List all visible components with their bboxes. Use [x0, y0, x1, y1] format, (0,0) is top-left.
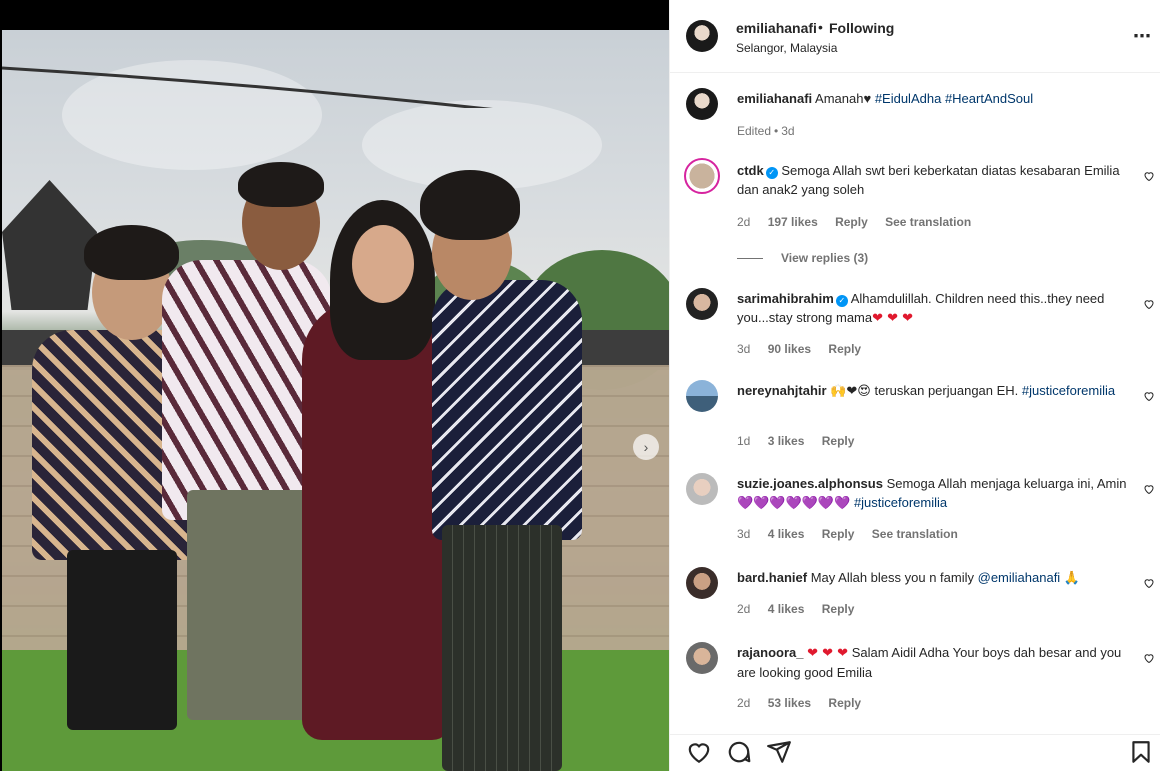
- commenter-avatar[interactable]: [686, 567, 718, 599]
- comment-time: 3d: [737, 342, 751, 356]
- comment-time: 2d: [737, 602, 751, 616]
- commenter-avatar[interactable]: [686, 380, 718, 412]
- comment-username[interactable]: nereynahjtahir: [737, 383, 827, 398]
- separator-dot: •: [818, 19, 823, 35]
- post-photo: [2, 30, 669, 771]
- more-options-icon[interactable]: ⋯: [1133, 26, 1152, 47]
- author-username[interactable]: emiliahanafi: [736, 20, 817, 36]
- author-avatar[interactable]: [686, 88, 718, 120]
- post-location[interactable]: Selangor, Malaysia: [736, 41, 837, 55]
- comment-username[interactable]: suzie.joanes.alphonsus: [737, 476, 883, 491]
- comment-text: Semoga Allah swt beri keberkatan diatas …: [737, 163, 1120, 197]
- follow-status-button[interactable]: Following: [829, 20, 894, 36]
- heart-emoji: ❤ ❤ ❤: [872, 311, 914, 326]
- comment-likes[interactable]: 4 likes: [768, 527, 805, 541]
- hashtag-link[interactable]: #HeartAndSoul: [945, 91, 1033, 106]
- see-translation-button[interactable]: See translation: [885, 215, 971, 229]
- heart-icon[interactable]: [686, 739, 712, 765]
- caption-heart: ♥: [863, 91, 872, 106]
- post-action-bar: [670, 734, 1160, 771]
- comment-time: 2d: [737, 696, 751, 710]
- heart-outline-icon[interactable]: [1143, 390, 1155, 402]
- pray-emoji: 🙏: [1063, 571, 1081, 586]
- author-avatar[interactable]: [686, 20, 718, 52]
- bookmark-icon[interactable]: [1128, 739, 1154, 765]
- view-replies-button[interactable]: View replies (3): [781, 251, 868, 265]
- reply-button[interactable]: Reply: [822, 434, 855, 448]
- comment-time: 3d: [737, 527, 751, 541]
- next-photo-button[interactable]: ›: [633, 434, 659, 460]
- share-icon[interactable]: [766, 739, 792, 765]
- caption-text: Amanah: [815, 91, 864, 106]
- heart-emoji: ❤ ❤ ❤: [807, 646, 849, 661]
- caption-username[interactable]: emiliahanafi: [737, 91, 812, 106]
- garden-lamp: [2, 180, 97, 310]
- mention-link[interactable]: @emiliahanafi: [978, 570, 1061, 585]
- comment-icon[interactable]: [726, 739, 752, 765]
- heart-outline-icon[interactable]: [1143, 483, 1155, 495]
- verified-badge-icon: ✓: [765, 167, 778, 179]
- edited-separator: •: [774, 124, 779, 138]
- chevron-right-icon: ›: [643, 439, 649, 455]
- comment-text: Semoga Allah menjaga keluarga ini, Amin: [886, 476, 1127, 491]
- post-photo-area: ›: [0, 0, 669, 771]
- comment-likes[interactable]: 4 likes: [768, 602, 805, 616]
- post-side-panel: emiliahanafi • Following Selangor, Malay…: [669, 0, 1160, 771]
- commenter-avatar[interactable]: [686, 288, 718, 320]
- commenter-avatar[interactable]: [684, 158, 720, 194]
- comment-likes[interactable]: 197 likes: [768, 215, 818, 229]
- hashtag-link[interactable]: #EidulAdha: [875, 91, 942, 106]
- reply-button[interactable]: Reply: [828, 342, 861, 356]
- purple-heart-emoji: 💜💜💜💜💜💜💜: [737, 496, 851, 511]
- reply-button[interactable]: Reply: [822, 527, 855, 541]
- heart-outline-icon[interactable]: [1143, 577, 1155, 589]
- comment-text: May Allah bless you n family: [810, 570, 974, 585]
- comment-text: teruskan perjuangan EH.: [874, 383, 1019, 398]
- comment-likes[interactable]: 90 likes: [768, 342, 811, 356]
- comment-likes[interactable]: 53 likes: [768, 696, 811, 710]
- comment-time: 1d: [737, 434, 751, 448]
- commenter-avatar[interactable]: [686, 642, 718, 674]
- reply-button[interactable]: Reply: [828, 696, 861, 710]
- comment-username[interactable]: bard.hanief: [737, 570, 807, 585]
- commenter-avatar[interactable]: [686, 473, 718, 505]
- post-header: emiliahanafi • Following Selangor, Malay…: [670, 0, 1160, 73]
- emoji-group: 🙌❤😍: [830, 384, 871, 399]
- comment-username[interactable]: rajanoora_: [737, 645, 803, 660]
- reply-button[interactable]: Reply: [822, 602, 855, 616]
- view-replies-line: [737, 258, 763, 259]
- power-wire: [2, 66, 493, 108]
- edited-label: Edited: [737, 124, 772, 138]
- hashtag-link[interactable]: #justiceforemilia: [1022, 383, 1115, 398]
- heart-outline-icon[interactable]: [1143, 652, 1155, 664]
- see-translation-button[interactable]: See translation: [872, 527, 958, 541]
- heart-outline-icon[interactable]: [1143, 170, 1155, 182]
- instagram-post-modal: › emiliahanafi • Following Selangor, Mal…: [0, 0, 1160, 771]
- comment-time: 2d: [737, 215, 751, 229]
- hashtag-link[interactable]: #justiceforemilia: [854, 495, 947, 510]
- edited-time: 3d: [781, 124, 795, 138]
- comment-username[interactable]: sarimahibrahim: [737, 291, 834, 306]
- comments-list[interactable]: emiliahanafi Amanah♥ #EidulAdha #HeartAn…: [670, 74, 1160, 734]
- comment-username[interactable]: ctdk: [737, 163, 764, 178]
- verified-badge-icon: ✓: [835, 295, 848, 307]
- heart-outline-icon[interactable]: [1143, 298, 1155, 310]
- comment-likes[interactable]: 3 likes: [768, 434, 805, 448]
- reply-button[interactable]: Reply: [835, 215, 868, 229]
